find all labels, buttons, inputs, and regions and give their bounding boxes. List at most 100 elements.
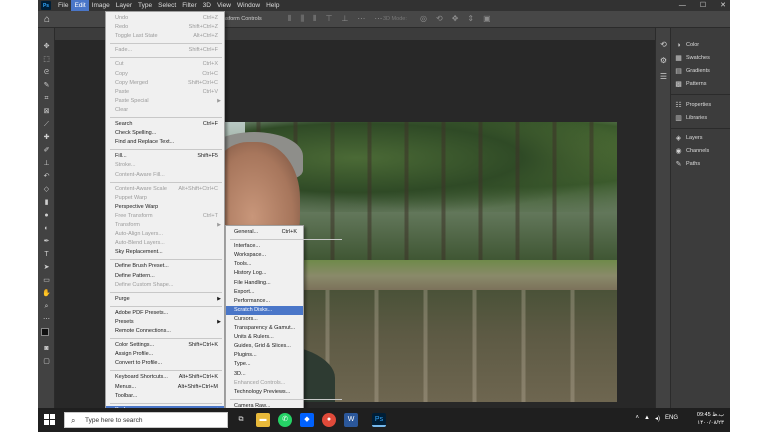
- scale-icon[interactable]: ▣: [483, 14, 491, 23]
- menu-item-copy-merged[interactable]: Copy Merged Shift+Ctrl+C: [106, 79, 224, 88]
- menu-item-paste-special[interactable]: Paste Special ▶: [106, 97, 224, 106]
- pen-tool-icon[interactable]: ✒: [41, 237, 52, 247]
- menu-item-toggle-last-state[interactable]: Toggle Last State Alt+Ctrl+Z: [106, 32, 224, 41]
- path-select-icon[interactable]: ➤: [41, 263, 52, 273]
- menu-item-general[interactable]: General... Ctrl+K: [226, 228, 303, 237]
- menu-item-auto-blend-layers[interactable]: Auto-Blend Layers...: [106, 239, 224, 248]
- panel-libraries[interactable]: ▥ Libraries: [675, 113, 707, 123]
- menu-type[interactable]: Type: [135, 0, 155, 11]
- close-icon[interactable]: ✕: [720, 0, 726, 11]
- task-view-icon[interactable]: ⧉: [234, 413, 248, 427]
- panel-gradients[interactable]: ▤ Gradients: [675, 66, 710, 76]
- menu-3d[interactable]: 3D: [200, 0, 214, 11]
- more-tools-icon[interactable]: ⋯: [41, 315, 52, 325]
- menu-item-enhanced-controls[interactable]: Enhanced Controls...: [226, 379, 303, 388]
- history-brush-icon[interactable]: ↶: [41, 172, 52, 182]
- align-center-icon[interactable]: ⫼: [300, 14, 304, 24]
- menu-item-type[interactable]: Type...: [226, 360, 303, 369]
- menu-item-guides-grid-slices[interactable]: Guides, Grid & Slices...: [226, 342, 303, 351]
- healing-brush-icon[interactable]: ✚: [41, 133, 52, 143]
- menu-item-convert-to-profile[interactable]: Convert to Profile...: [106, 359, 224, 368]
- menu-item-paste[interactable]: Paste Ctrl+V: [106, 88, 224, 97]
- zoom-tool-icon[interactable]: ⌕: [41, 302, 52, 312]
- align-middle-icon[interactable]: ⊥: [341, 14, 348, 24]
- gradient-tool-icon[interactable]: ▮: [41, 198, 52, 208]
- menu-item-free-transform[interactable]: Free Transform Ctrl+T: [106, 212, 224, 221]
- panel-channels[interactable]: ◉ Channels: [675, 146, 709, 156]
- menu-select[interactable]: Select: [155, 0, 179, 11]
- menu-item-content-aware-scale[interactable]: Content-Aware Scale Alt+Shift+Ctrl+C: [106, 185, 224, 194]
- windows-start-icon[interactable]: [44, 414, 56, 426]
- roll-icon[interactable]: ⟲: [436, 14, 443, 23]
- panel-color[interactable]: ◑ Color: [675, 40, 699, 50]
- menu-item-transform[interactable]: Transform ▶: [106, 221, 224, 230]
- menu-item-copy[interactable]: Copy Ctrl+C: [106, 70, 224, 79]
- menu-item-tools[interactable]: Tools...: [226, 260, 303, 269]
- brush-tool-icon[interactable]: ✐: [41, 146, 52, 156]
- menu-image[interactable]: Image: [89, 0, 113, 11]
- menu-item-transparency-gamut[interactable]: Transparency & Gamut...: [226, 324, 303, 333]
- menu-item-3d[interactable]: 3D...: [226, 370, 303, 379]
- menu-item-performance[interactable]: Performance...: [226, 297, 303, 306]
- menu-item-purge[interactable]: Purge ▶: [106, 295, 224, 304]
- move-tool-icon[interactable]: ✥: [41, 42, 52, 52]
- align-top-icon[interactable]: ⊤: [325, 14, 332, 24]
- panel-patterns[interactable]: ▩ Patterns: [675, 79, 706, 89]
- distribute-icon[interactable]: ⋯: [357, 14, 365, 24]
- pan-icon[interactable]: ✥: [452, 14, 459, 23]
- menu-item-puppet-warp[interactable]: Puppet Warp: [106, 194, 224, 203]
- network-icon[interactable]: ▲: [644, 415, 650, 422]
- menu-item-define-brush-preset[interactable]: Define Brush Preset...: [106, 262, 224, 271]
- rectangle-tool-icon[interactable]: ▭: [41, 276, 52, 286]
- panel-swatches[interactable]: ▦ Swatches: [675, 53, 710, 63]
- chevron-up-icon[interactable]: ˄: [636, 415, 640, 422]
- home-icon[interactable]: ⌂: [44, 14, 50, 25]
- foreground-color-swatch[interactable]: [41, 328, 49, 336]
- menu-item-color-settings[interactable]: Color Settings... Shift+Ctrl+K: [106, 341, 224, 350]
- menu-item-check-spelling[interactable]: Check Spelling...: [106, 129, 224, 138]
- panel-paths[interactable]: ✎ Paths: [675, 159, 701, 169]
- menu-item-undo[interactable]: Undo Ctrl+Z: [106, 14, 224, 23]
- menu-item-remote-connections[interactable]: Remote Connections...: [106, 327, 224, 336]
- menu-item-perspective-warp[interactable]: Perspective Warp: [106, 203, 224, 212]
- sliders-icon[interactable]: ☰: [659, 72, 668, 81]
- menu-filter[interactable]: Filter: [179, 0, 199, 11]
- menu-window[interactable]: Window: [234, 0, 263, 11]
- menu-item-adobe-pdf-presets[interactable]: Adobe PDF Presets...: [106, 309, 224, 318]
- crop-tool-icon[interactable]: ⌗: [41, 94, 52, 104]
- menu-item-content-aware-fill[interactable]: Content-Aware Fill...: [106, 171, 224, 180]
- menu-item-history-log[interactable]: History Log...: [226, 269, 303, 278]
- frame-tool-icon[interactable]: ⊠: [41, 107, 52, 117]
- type-tool-icon[interactable]: T: [41, 250, 52, 260]
- taskbar-search-input[interactable]: ⌕ Type here to search: [64, 412, 228, 428]
- menu-layer[interactable]: Layer: [113, 0, 135, 11]
- quick-mask-icon[interactable]: ◙: [41, 344, 52, 354]
- word-icon[interactable]: W: [344, 413, 358, 427]
- menu-item-export[interactable]: Export...: [226, 288, 303, 297]
- slide-icon[interactable]: ⇕: [467, 14, 474, 23]
- eyedropper-tool-icon[interactable]: ⟋: [41, 120, 52, 130]
- menu-item-file-handling[interactable]: File Handling...: [226, 279, 303, 288]
- more-icon[interactable]: ⋯: [374, 14, 382, 24]
- menu-item-stroke[interactable]: Stroke...: [106, 161, 224, 170]
- align-left-icon[interactable]: ⫴: [288, 14, 291, 24]
- menu-item-interface[interactable]: Interface...: [226, 242, 303, 251]
- menu-item-toolbar[interactable]: Toolbar...: [106, 392, 224, 401]
- align-right-icon[interactable]: ⫴: [313, 14, 316, 24]
- orbit-icon[interactable]: ◎: [420, 14, 427, 23]
- menu-item-define-pattern[interactable]: Define Pattern...: [106, 272, 224, 281]
- dropbox-icon[interactable]: ◆: [300, 413, 314, 427]
- screen-mode-icon[interactable]: ▢: [41, 357, 52, 367]
- photoshop-taskbar-icon[interactable]: Ps: [372, 413, 386, 427]
- menu-item-plugins[interactable]: Plugins...: [226, 351, 303, 360]
- menu-item-auto-align-layers[interactable]: Auto-Align Layers...: [106, 230, 224, 239]
- clock[interactable]: 09:45 ب.ظ ۱۴۰۰/۰۸/۲۳: [697, 411, 724, 427]
- menu-item-search[interactable]: Search Ctrl+F: [106, 120, 224, 129]
- menu-item-cut[interactable]: Cut Ctrl+X: [106, 60, 224, 69]
- menu-item-fill[interactable]: Fill... Shift+F5: [106, 152, 224, 161]
- maximize-icon[interactable]: ☐: [700, 0, 706, 11]
- marquee-tool-icon[interactable]: ⬚: [41, 55, 52, 65]
- menu-item-find-and-replace-text[interactable]: Find and Replace Text...: [106, 138, 224, 147]
- clone-stamp-icon[interactable]: ⊥: [41, 159, 52, 169]
- quick-select-tool-icon[interactable]: ✎: [41, 81, 52, 91]
